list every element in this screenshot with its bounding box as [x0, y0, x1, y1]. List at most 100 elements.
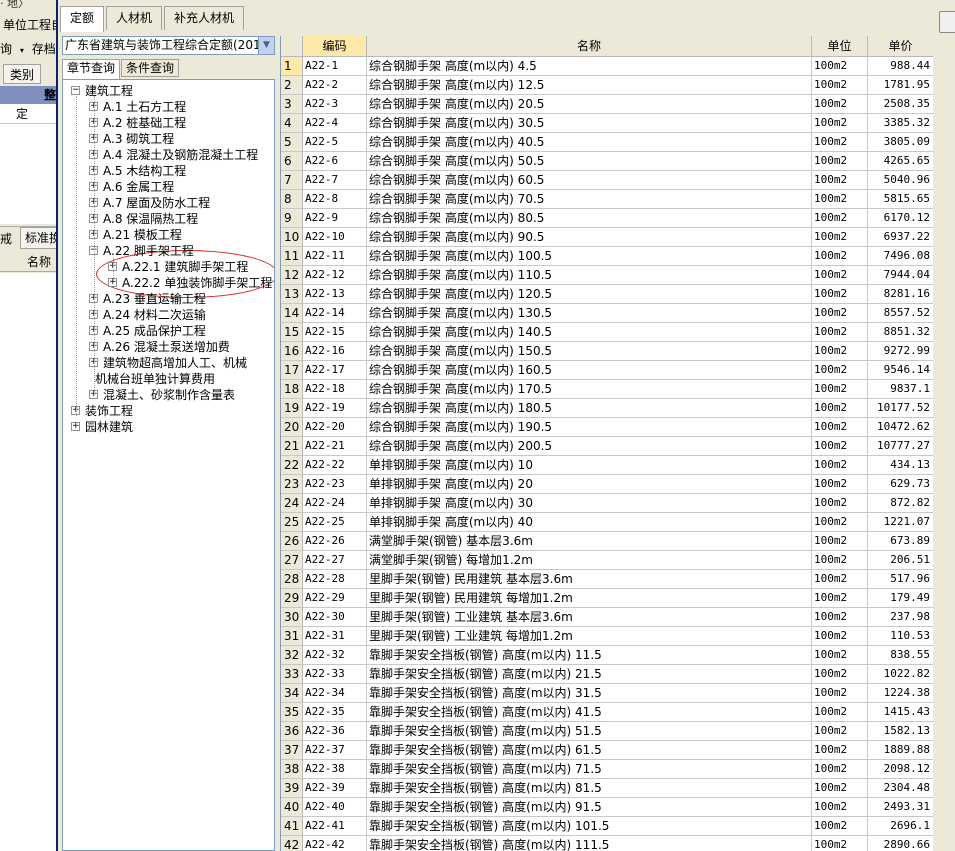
- row-index[interactable]: 19: [281, 399, 303, 418]
- row-index[interactable]: 11: [281, 247, 303, 266]
- table-row[interactable]: 8 A22-8 综合钢脚手架 高度(m以内) 70.5 100m2 5815.65: [281, 190, 933, 209]
- tree-node[interactable]: + 建筑物超高增加人工、机械: [89, 355, 247, 371]
- row-index[interactable]: 6: [281, 152, 303, 171]
- table-row[interactable]: 25 A22-25 单排钢脚手架 高度(m以内) 40 100m2 1221.07: [281, 513, 933, 532]
- row-index[interactable]: 1: [281, 57, 303, 76]
- tab-chapter-query[interactable]: 章节查询: [62, 59, 121, 79]
- tab-labor-material-machine[interactable]: 人材机: [106, 6, 163, 30]
- header-code[interactable]: 编码: [303, 36, 367, 57]
- table-row[interactable]: 38 A22-38 靠脚手架安全挡板(钢管) 高度(m以内) 71.5 100m2 20…: [281, 760, 933, 779]
- table-row[interactable]: 12 A22-12 综合钢脚手架 高度(m以内) 110.5 100m2 7944.04: [281, 266, 933, 285]
- row-index[interactable]: 4: [281, 114, 303, 133]
- row-index[interactable]: 3: [281, 95, 303, 114]
- row-index[interactable]: 16: [281, 342, 303, 361]
- row-index[interactable]: 33: [281, 665, 303, 684]
- table-row[interactable]: 5 A22-5 综合钢脚手架 高度(m以内) 40.5 100m2 3805.09: [281, 133, 933, 152]
- table-row[interactable]: 1 A22-1 综合钢脚手架 高度(m以内) 4.5 100m2 988.44: [281, 57, 933, 76]
- row-index[interactable]: 8: [281, 190, 303, 209]
- row-index[interactable]: 28: [281, 570, 303, 589]
- table-row[interactable]: 27 A22-27 满堂脚手架(钢管) 每增加1.2m 100m2 206.51: [281, 551, 933, 570]
- row-index[interactable]: 26: [281, 532, 303, 551]
- table-row[interactable]: 42 A22-42 靠脚手架安全挡板(钢管) 高度(m以内) 111.5 100m2 2…: [281, 836, 933, 851]
- quota-library-select[interactable]: 广东省建筑与装饰工程综合定额(201 ▼: [62, 36, 275, 55]
- table-row[interactable]: 23 A22-23 单排钢脚手架 高度(m以内) 20 100m2 629.73: [281, 475, 933, 494]
- row-index[interactable]: 9: [281, 209, 303, 228]
- table-row[interactable]: 24 A22-24 单排钢脚手架 高度(m以内) 30 100m2 872.82: [281, 494, 933, 513]
- row-index[interactable]: 15: [281, 323, 303, 342]
- tree-node[interactable]: + A.5 木结构工程: [89, 163, 186, 179]
- row-index[interactable]: 30: [281, 608, 303, 627]
- tree-node[interactable]: + A.24 材料二次运输: [89, 307, 206, 323]
- table-row[interactable]: 21 A22-21 综合钢脚手架 高度(m以内) 200.5 100m2 10777.2…: [281, 437, 933, 456]
- row-index[interactable]: 12: [281, 266, 303, 285]
- tree-node[interactable]: + A.23 垂直运输工程: [89, 291, 206, 307]
- row-index[interactable]: 37: [281, 741, 303, 760]
- tree-node[interactable]: 机械台班单独计算费用: [95, 371, 215, 387]
- table-row[interactable]: 2 A22-2 综合钢脚手架 高度(m以内) 12.5 100m2 1781.95: [281, 76, 933, 95]
- background-tab-category[interactable]: 类别: [3, 64, 42, 84]
- table-row[interactable]: 16 A22-16 综合钢脚手架 高度(m以内) 150.5 100m2 9272.99: [281, 342, 933, 361]
- table-row[interactable]: 3 A22-3 综合钢脚手架 高度(m以内) 20.5 100m2 2508.35: [281, 95, 933, 114]
- tree-node[interactable]: + A.25 成品保护工程: [89, 323, 206, 339]
- row-index[interactable]: 38: [281, 760, 303, 779]
- table-row[interactable]: 22 A22-22 单排钢脚手架 高度(m以内) 10 100m2 434.13: [281, 456, 933, 475]
- table-row[interactable]: 20 A22-20 综合钢脚手架 高度(m以内) 190.5 100m2 10472.6…: [281, 418, 933, 437]
- table-row[interactable]: 15 A22-15 综合钢脚手架 高度(m以内) 140.5 100m2 8851.32: [281, 323, 933, 342]
- tab-quota[interactable]: 定额: [60, 6, 105, 32]
- tree-node[interactable]: + A.2 桩基础工程: [89, 115, 186, 131]
- background-tab-standard[interactable]: 标准换: [20, 227, 58, 249]
- tree-node[interactable]: + A.8 保温隔热工程: [89, 211, 198, 227]
- tree-node[interactable]: − A.22 脚手架工程: [89, 243, 194, 259]
- tree-node[interactable]: + A.7 屋面及防水工程: [89, 195, 210, 211]
- tree-node[interactable]: − 建筑工程: [71, 83, 133, 99]
- table-row[interactable]: 28 A22-28 里脚手架(钢管) 民用建筑 基本层3.6m 100m2 517.96: [281, 570, 933, 589]
- table-row[interactable]: 10 A22-10 综合钢脚手架 高度(m以内) 90.5 100m2 6937.22: [281, 228, 933, 247]
- table-row[interactable]: 36 A22-36 靠脚手架安全挡板(钢管) 高度(m以内) 51.5 100m2 15…: [281, 722, 933, 741]
- row-index[interactable]: 2: [281, 76, 303, 95]
- background-tab-fragment[interactable]: 戒: [0, 227, 12, 250]
- row-index[interactable]: 34: [281, 684, 303, 703]
- expand-icon[interactable]: +: [71, 422, 80, 431]
- row-index[interactable]: 21: [281, 437, 303, 456]
- header-price[interactable]: 单价: [868, 36, 933, 57]
- row-index[interactable]: 29: [281, 589, 303, 608]
- table-row[interactable]: 41 A22-41 靠脚手架安全挡板(钢管) 高度(m以内) 101.5 100m2 2…: [281, 817, 933, 836]
- tree-node[interactable]: + A.6 金属工程: [89, 179, 174, 195]
- row-index[interactable]: 35: [281, 703, 303, 722]
- row-index[interactable]: 31: [281, 627, 303, 646]
- row-index[interactable]: 10: [281, 228, 303, 247]
- row-index[interactable]: 17: [281, 361, 303, 380]
- row-index[interactable]: 14: [281, 304, 303, 323]
- table-row[interactable]: 19 A22-19 综合钢脚手架 高度(m以内) 180.5 100m2 10177.5…: [281, 399, 933, 418]
- background-query-button[interactable]: 询: [0, 42, 12, 56]
- table-row[interactable]: 29 A22-29 里脚手架(钢管) 民用建筑 每增加1.2m 100m2 179.49: [281, 589, 933, 608]
- table-row[interactable]: 6 A22-6 综合钢脚手架 高度(m以内) 50.5 100m2 4265.65: [281, 152, 933, 171]
- row-index[interactable]: 13: [281, 285, 303, 304]
- table-row[interactable]: 34 A22-34 靠脚手架安全挡板(钢管) 高度(m以内) 31.5 100m2 12…: [281, 684, 933, 703]
- tree-node[interactable]: + 园林建筑: [71, 419, 133, 435]
- row-index[interactable]: 36: [281, 722, 303, 741]
- row-index[interactable]: 41: [281, 817, 303, 836]
- table-row[interactable]: 37 A22-37 靠脚手架安全挡板(钢管) 高度(m以内) 61.5 100m2 18…: [281, 741, 933, 760]
- table-row[interactable]: 9 A22-9 综合钢脚手架 高度(m以内) 80.5 100m2 6170.12: [281, 209, 933, 228]
- tree-node[interactable]: + 混凝土、砂浆制作含量表: [89, 387, 235, 403]
- tree-node[interactable]: + A.22.2 单独装饰脚手架工程: [108, 275, 272, 291]
- header-corner[interactable]: [281, 36, 303, 57]
- table-row[interactable]: 39 A22-39 靠脚手架安全挡板(钢管) 高度(m以内) 81.5 100m2 23…: [281, 779, 933, 798]
- tree-node[interactable]: + A.26 混凝土泵送增加费: [89, 339, 230, 355]
- table-row[interactable]: 18 A22-18 综合钢脚手架 高度(m以内) 170.5 100m2 9837.1: [281, 380, 933, 399]
- tree-node[interactable]: + A.3 砌筑工程: [89, 131, 174, 147]
- row-index[interactable]: 5: [281, 133, 303, 152]
- side-button[interactable]: [939, 11, 955, 33]
- background-unit-project-label[interactable]: 单位工程自: [0, 14, 58, 36]
- table-row[interactable]: 40 A22-40 靠脚手架安全挡板(钢管) 高度(m以内) 91.5 100m2 24…: [281, 798, 933, 817]
- row-index[interactable]: 40: [281, 798, 303, 817]
- row-index[interactable]: 27: [281, 551, 303, 570]
- table-row[interactable]: 26 A22-26 满堂脚手架(钢管) 基本层3.6m 100m2 673.89: [281, 532, 933, 551]
- chevron-down-icon[interactable]: ▾: [20, 46, 24, 55]
- table-row[interactable]: 35 A22-35 靠脚手架安全挡板(钢管) 高度(m以内) 41.5 100m2 14…: [281, 703, 933, 722]
- background-grid-row[interactable]: 定: [0, 104, 58, 124]
- table-row[interactable]: 13 A22-13 综合钢脚手架 高度(m以内) 120.5 100m2 8281.16: [281, 285, 933, 304]
- tab-supplementary-lmm[interactable]: 补充人材机: [164, 6, 245, 30]
- table-row[interactable]: 7 A22-7 综合钢脚手架 高度(m以内) 60.5 100m2 5040.96: [281, 171, 933, 190]
